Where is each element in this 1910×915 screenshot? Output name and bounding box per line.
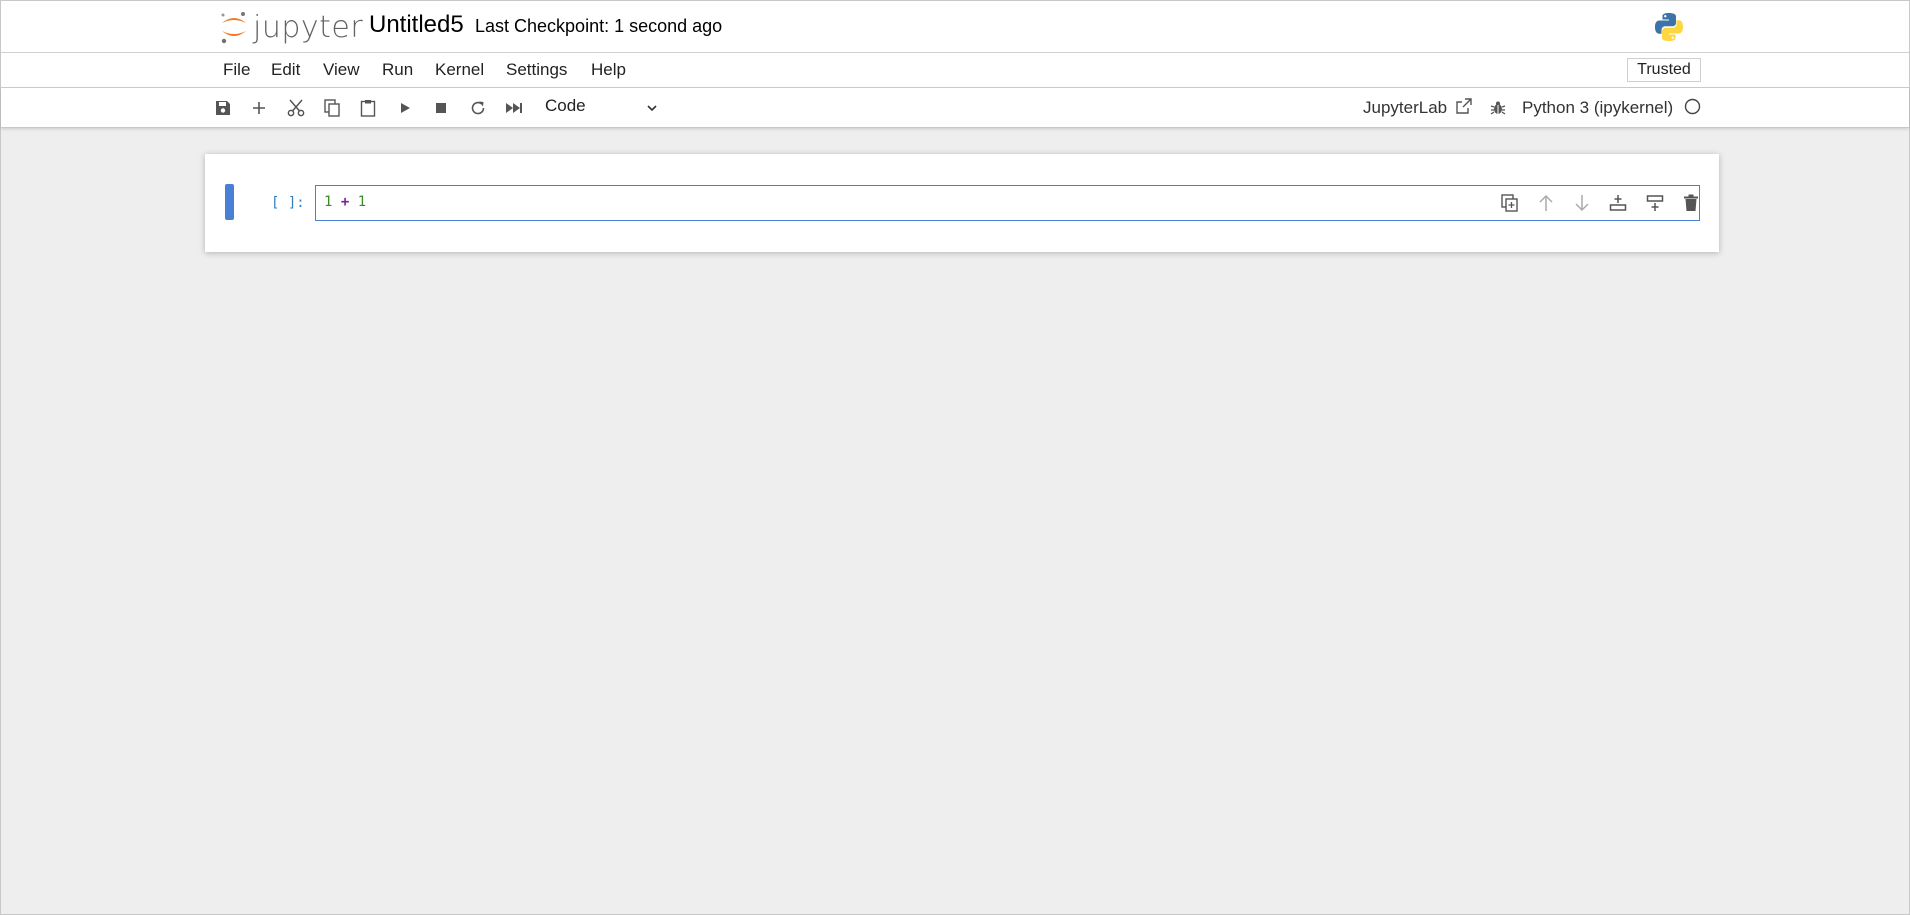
insert-below-icon[interactable] [1644, 192, 1666, 214]
paste-icon[interactable] [357, 97, 379, 119]
menu-help[interactable]: Help [591, 60, 626, 80]
menu-edit[interactable]: Edit [271, 60, 300, 80]
add-cell-icon[interactable] [248, 97, 270, 119]
notebook-panel: [ ]: 1 + 1 [205, 154, 1719, 252]
chevron-down-icon [645, 100, 659, 120]
code-token-number: 1 [357, 194, 367, 210]
input-prompt: [ ]: [271, 195, 305, 211]
cell-collapser[interactable] [225, 184, 234, 220]
restart-icon[interactable] [467, 97, 489, 119]
app-window: jupyter Untitled5 Last Checkpoint: 1 sec… [0, 0, 1910, 915]
checkpoint-status: Last Checkpoint: 1 second ago [475, 16, 723, 36]
stop-icon[interactable] [430, 97, 452, 119]
code-token-number: 1 [324, 194, 333, 210]
jupyter-logo-icon [221, 12, 246, 44]
jupyter-logo[interactable]: jupyter [219, 7, 363, 47]
insert-above-icon[interactable] [1607, 192, 1629, 214]
kernel-name-label: Python 3 (ipykernel) [1522, 98, 1674, 117]
python-logo-icon [1653, 11, 1685, 48]
move-down-icon[interactable] [1571, 192, 1593, 214]
cut-icon[interactable] [285, 97, 307, 119]
top-header: jupyter Untitled5 Last Checkpoint: 1 sec… [1, 1, 1909, 53]
cell-type-value: Code [545, 96, 586, 115]
notebook-title[interactable]: Untitled5 [369, 11, 464, 39]
menu-run[interactable]: Run [382, 60, 413, 80]
kernel-status-icon [1684, 98, 1701, 120]
debugger-bug-icon[interactable] [1487, 97, 1509, 119]
delete-icon[interactable] [1680, 192, 1702, 214]
jupyter-logo-text: jupyter [253, 9, 364, 45]
copy-icon[interactable] [321, 97, 343, 119]
run-all-icon[interactable] [503, 97, 525, 119]
jupyterlab-label: JupyterLab [1363, 98, 1448, 117]
menu-file[interactable]: File [223, 60, 250, 80]
kernel-name[interactable]: Python 3 (ipykernel) [1522, 98, 1701, 120]
trusted-indicator[interactable]: Trusted [1627, 58, 1701, 82]
code-cell-editor[interactable]: 1 + 1 [315, 185, 1700, 221]
cell-type-select[interactable]: Code [545, 96, 657, 120]
notebook-toolbar: Code JupyterLab Python 3 (ipykernel) [1, 88, 1909, 128]
duplicate-icon[interactable] [1499, 192, 1521, 214]
code-token-operator: + [340, 194, 350, 210]
external-link-icon [1456, 98, 1472, 119]
save-icon[interactable] [212, 97, 234, 119]
menu-view[interactable]: View [323, 60, 360, 80]
move-up-icon[interactable] [1535, 192, 1557, 214]
menu-kernel[interactable]: Kernel [435, 60, 484, 80]
code-line[interactable]: 1 + 1 [324, 194, 366, 210]
menu-bar: File Edit View Run Kernel Settings Help … [1, 53, 1909, 88]
menu-settings[interactable]: Settings [506, 60, 567, 80]
run-icon[interactable] [394, 97, 416, 119]
jupyterlab-link[interactable]: JupyterLab [1363, 98, 1472, 119]
